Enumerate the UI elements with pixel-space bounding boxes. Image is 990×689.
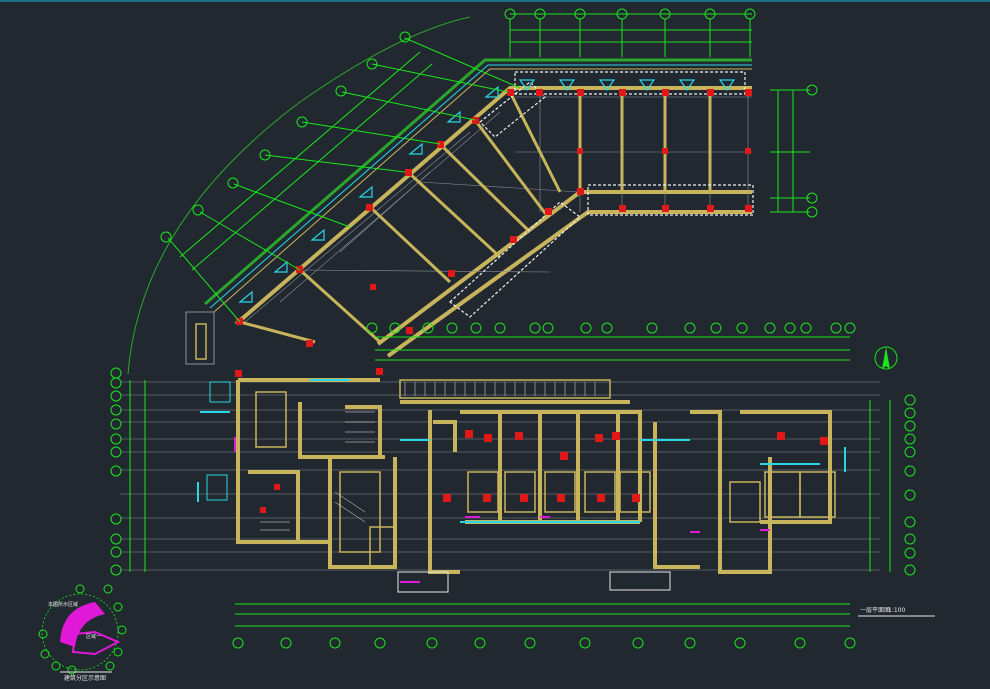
main-body-walls [236, 378, 832, 574]
left-axis-bubbles [110, 367, 146, 576]
left-entry-block [185, 311, 231, 501]
right-axis-bubbles-upper [770, 84, 818, 218]
site-boundary-arc [127, 16, 471, 375]
cad-model-viewport[interactable]: 建筑分区示意图 本图所示区域 区域一 一层平面图 1:100 [0, 0, 990, 687]
keyplan-title: 建筑分区示意图 [64, 674, 106, 682]
keyplan-label-a: 区域一 [86, 633, 101, 640]
top-axis-bubbles [504, 8, 756, 57]
main-bottom-axis [232, 603, 856, 649]
diagonal-columns [235, 89, 752, 377]
floor-plan-drawing[interactable]: 建筑分区示意图 本图所示区域 区域一 一层平面图 1:100 [0, 2, 990, 689]
keyplan-note: 本图所示区域 [48, 601, 78, 608]
diagonal-wing-corridor [376, 190, 752, 358]
north-arrow-icon [874, 346, 898, 370]
diagonal-cross-walls [239, 91, 712, 344]
entrance-steps [397, 571, 671, 593]
sheet-title: 一层平面图 [860, 607, 890, 614]
sheet-scale: 1:100 [888, 607, 905, 614]
main-top-axis [366, 322, 856, 361]
key-plan [38, 584, 127, 675]
